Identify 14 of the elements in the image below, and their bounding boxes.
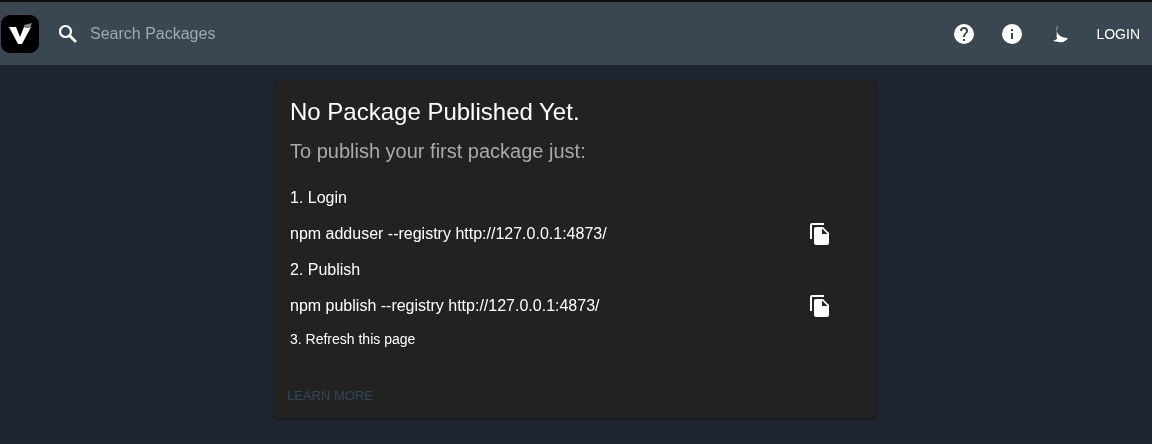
step-label: 1. Login <box>290 188 347 208</box>
logo-icon[interactable] <box>1 14 39 53</box>
search-field[interactable]: Search Packages <box>88 23 392 44</box>
card-subtitle: To publish your first package just: <box>290 140 586 163</box>
info-icon[interactable] <box>1000 21 1025 46</box>
login-button[interactable]: LOGIN <box>1096 19 1140 48</box>
copy-icon[interactable] <box>808 222 832 246</box>
command-text: npm publish --registry http://127.0.0.1:4873/ <box>290 297 600 315</box>
help-icon[interactable] <box>952 21 977 46</box>
command-text: npm adduser --registry http://127.0.0.1:4873/ <box>290 225 607 243</box>
card-title: No Package Published Yet. <box>290 98 580 126</box>
copy-icon[interactable] <box>808 294 832 318</box>
step-label: 2. Publish <box>290 260 361 280</box>
step-label: 3. Refresh this page <box>290 331 416 347</box>
